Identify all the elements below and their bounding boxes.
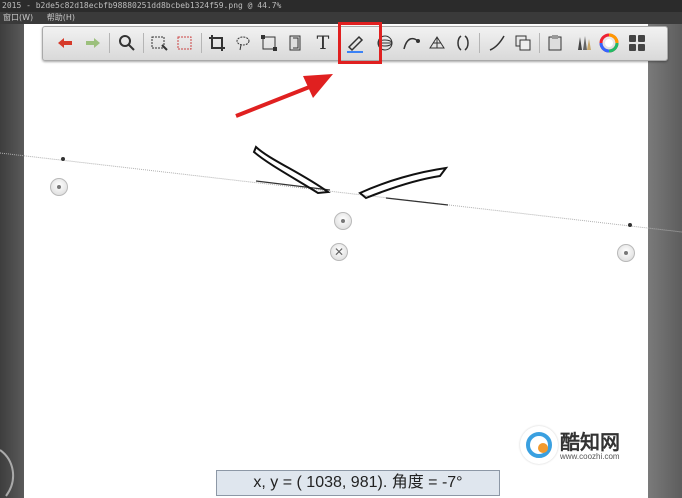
perspective-grid-icon (429, 36, 445, 49)
brushes-icon (578, 36, 591, 50)
selection-rect-icon (151, 36, 168, 51)
ruler-segment (385, 197, 449, 206)
stroke-icon (489, 35, 505, 51)
magnify-icon (119, 35, 135, 51)
red-arrow (235, 84, 313, 118)
paste-icon (548, 35, 562, 51)
layer-button[interactable] (283, 31, 307, 55)
right-wing-stroke (358, 166, 449, 200)
symmetry-button[interactable] (451, 31, 475, 55)
lasso-icon (236, 36, 250, 51)
perspective-button[interactable] (425, 31, 449, 55)
redo-button[interactable] (81, 31, 105, 55)
crop-button[interactable] (205, 31, 229, 55)
crop-icon (209, 35, 225, 51)
corner-decoration (0, 449, 15, 497)
guide-handle-right[interactable] (617, 244, 635, 262)
coordinate-readout: x, y = ( 1038, 981). 角度 = -7° (216, 470, 500, 496)
close-icon: ✕ (333, 245, 345, 259)
curve-button[interactable] (399, 31, 423, 55)
selection-rect-red-icon (177, 36, 192, 50)
layers-button[interactable] (625, 31, 649, 55)
zoom-button[interactable] (115, 31, 139, 55)
ruler-endpoint (61, 157, 65, 161)
ruler-endpoint (628, 223, 632, 227)
copy-icon (515, 35, 531, 51)
guide-close-button[interactable]: ✕ (330, 243, 348, 261)
transform-button[interactable] (257, 31, 281, 55)
layer-icon (289, 35, 301, 51)
copy-button[interactable] (511, 31, 535, 55)
symmetry-icon (457, 35, 469, 51)
paste-button[interactable] (543, 31, 567, 55)
curve-icon (403, 37, 420, 50)
undo-button[interactable] (53, 31, 77, 55)
brushes-button[interactable] (571, 31, 595, 55)
undo-icon (58, 38, 72, 48)
transform-icon (261, 35, 277, 51)
stroke-button[interactable] (485, 31, 509, 55)
color-wheel-icon (599, 33, 619, 53)
lasso-button[interactable] (231, 31, 255, 55)
watermark-url: www.coozhi.com (560, 452, 620, 461)
redo-icon (86, 38, 100, 48)
text-icon: T (316, 32, 330, 54)
selection-button[interactable] (147, 31, 171, 55)
layers-grid-icon (629, 35, 645, 51)
color-button[interactable] (597, 31, 621, 55)
guide-handle-left[interactable] (50, 178, 68, 196)
text-button[interactable]: T (311, 31, 335, 55)
watermark: 酷知网 www.coozhi.com (520, 420, 650, 468)
guide-handle-center[interactable] (334, 212, 352, 230)
selection-clear-button[interactable] (173, 31, 197, 55)
left-wing-stroke (252, 145, 331, 195)
ruler-highlight-box (338, 22, 382, 64)
watermark-name: 酷知网 (560, 430, 620, 454)
watermark-logo-icon (520, 426, 558, 464)
